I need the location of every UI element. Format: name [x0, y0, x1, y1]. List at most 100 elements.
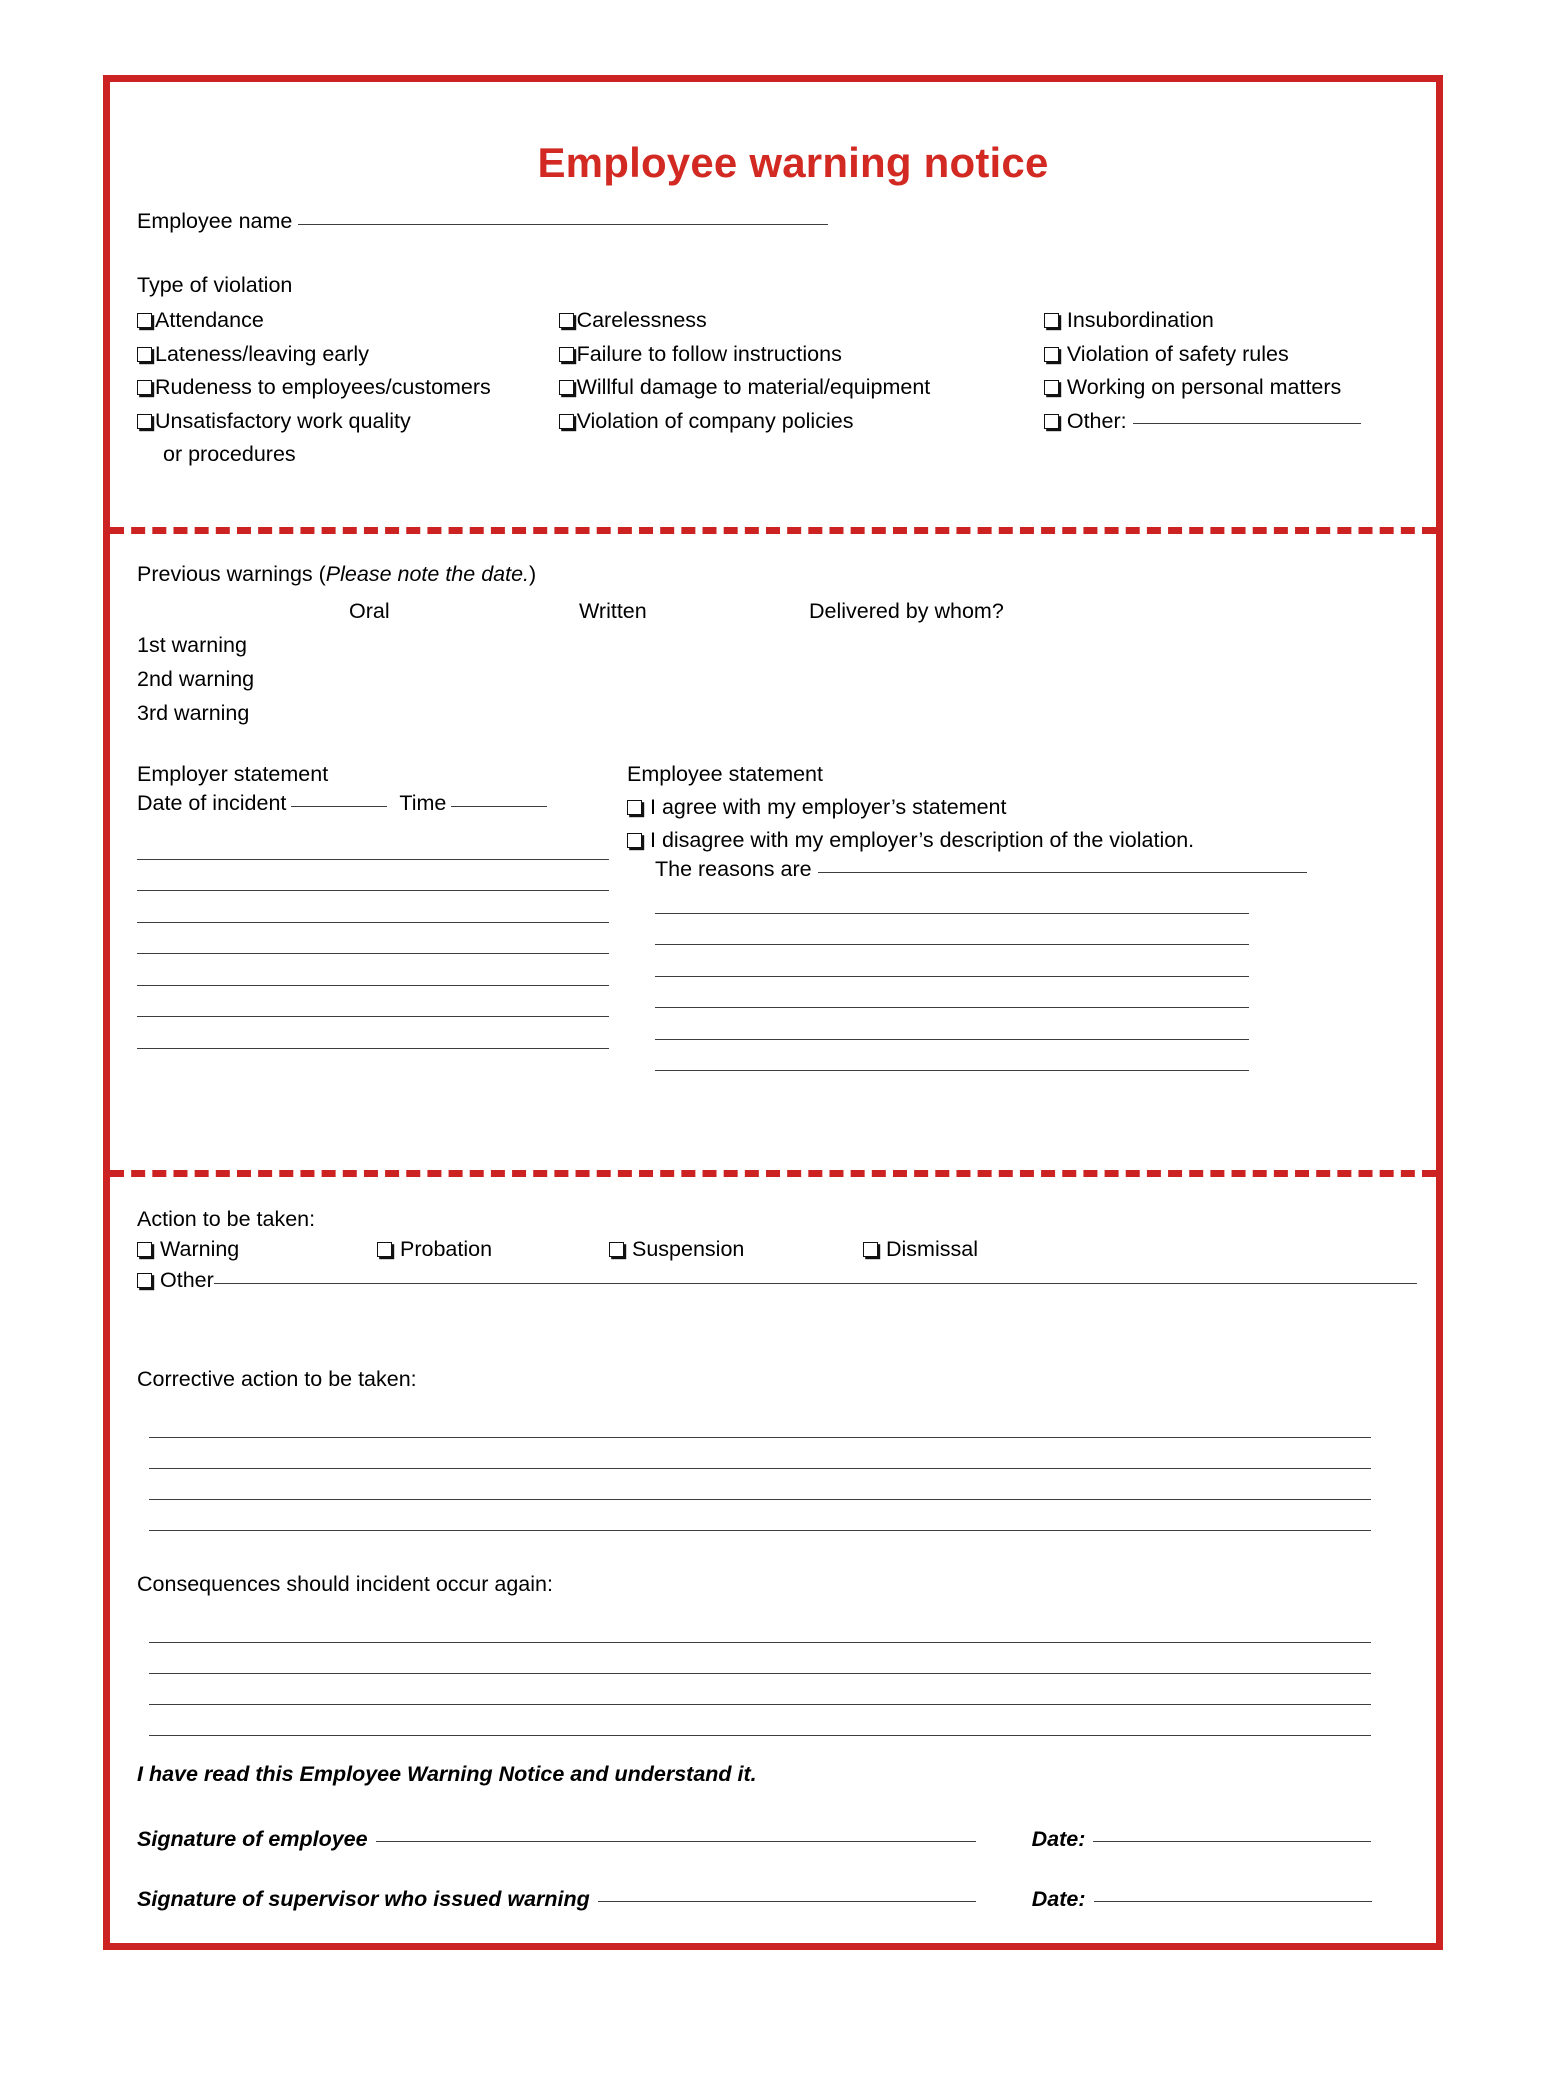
- violation-section: Type of violation Attendance Lateness/le…: [110, 273, 1436, 472]
- checkbox-icon[interactable]: [137, 413, 152, 429]
- employer-statement-line[interactable]: [137, 860, 609, 891]
- consequences-line[interactable]: [149, 1705, 1371, 1736]
- employer-statement-line[interactable]: [137, 923, 609, 954]
- violation-option-label: Violation of company policies: [576, 408, 854, 433]
- action-section: Action to be taken: Warning Probation Su…: [137, 1207, 1417, 1293]
- previous-warnings-title-end: ): [529, 562, 537, 586]
- violation-option-label: Working on personal matters: [1066, 375, 1342, 399]
- checkbox-icon[interactable]: [137, 1273, 152, 1288]
- violation-other-input[interactable]: [1132, 422, 1361, 424]
- incident-date-time-row: Date of incident Time: [137, 791, 627, 816]
- employee-statement-line[interactable]: [655, 945, 1249, 977]
- checkbox-icon[interactable]: [1043, 380, 1059, 395]
- checkbox-icon[interactable]: [558, 380, 574, 395]
- checkbox-icon[interactable]: [137, 313, 152, 328]
- violation-option-rudeness[interactable]: Rudeness to employees/customers: [137, 371, 559, 405]
- violation-option-willful-damage[interactable]: Willful damage to material/equipment: [558, 371, 1044, 405]
- action-option-probation[interactable]: Probation: [377, 1237, 609, 1262]
- corrective-action-line[interactable]: [149, 1438, 1371, 1469]
- employer-statement-block: Employer statement Date of incident Time: [137, 762, 627, 1071]
- checkbox-icon[interactable]: [137, 1242, 152, 1257]
- violation-option-other[interactable]: Other:: [1043, 405, 1436, 439]
- checkbox-icon[interactable]: [863, 1242, 878, 1257]
- violation-option-unsatisfactory-work[interactable]: Unsatisfactory work quality: [137, 405, 559, 439]
- section-divider-top: [110, 527, 1436, 534]
- reasons-row: The reasons are: [627, 857, 1307, 882]
- checkbox-icon[interactable]: [1043, 346, 1059, 362]
- supervisor-signature-input[interactable]: [597, 1901, 976, 1902]
- checkbox-icon[interactable]: [558, 346, 574, 362]
- employer-statement-line[interactable]: [137, 986, 609, 1017]
- employee-statement-line[interactable]: [655, 914, 1249, 945]
- consequences-line[interactable]: [149, 1612, 1371, 1643]
- date-of-incident-label: Date of incident: [137, 791, 287, 815]
- employee-name-rule[interactable]: [298, 224, 829, 225]
- corrective-action-line[interactable]: [149, 1469, 1371, 1500]
- checkbox-icon[interactable]: [558, 313, 574, 328]
- date-of-incident-input[interactable]: [291, 806, 388, 807]
- employee-statement-agree-option[interactable]: I agree with my employer’s statement: [627, 791, 1307, 824]
- employer-statement-line[interactable]: [137, 1017, 609, 1049]
- action-option-other[interactable]: Other: [137, 1268, 1417, 1293]
- reasons-label: The reasons are: [655, 857, 812, 881]
- supervisor-date-input[interactable]: [1093, 1901, 1372, 1902]
- time-input[interactable]: [451, 806, 548, 807]
- checkbox-icon[interactable]: [1043, 313, 1059, 328]
- violation-column-2: Carelessness Failure to follow instructi…: [558, 304, 1044, 472]
- employee-signature-row: Signature of employee Date:: [137, 1827, 1393, 1852]
- checkbox-icon[interactable]: [377, 1242, 392, 1257]
- employee-statement-block: Employee statement I agree with my emplo…: [627, 762, 1307, 1071]
- violation-columns: Attendance Lateness/leaving early Rudene…: [137, 304, 1436, 472]
- action-other-input[interactable]: [213, 1283, 1417, 1284]
- violation-option-safety-rules[interactable]: Violation of safety rules: [1043, 338, 1436, 372]
- violation-option-insubordination[interactable]: Insubordination: [1043, 304, 1436, 338]
- table-row: 2nd warning: [137, 667, 1387, 692]
- employee-date-input[interactable]: [1093, 1841, 1372, 1842]
- violation-option-lateness[interactable]: Lateness/leaving early: [137, 338, 559, 372]
- checkbox-icon[interactable]: [609, 1242, 624, 1257]
- employee-signature-input[interactable]: [375, 1841, 976, 1842]
- agree-option-label: I agree with my employer’s statement: [650, 795, 1007, 819]
- violation-option-company-policies[interactable]: Violation of company policies: [558, 405, 1044, 439]
- statements-section: Employer statement Date of incident Time…: [137, 762, 1417, 1071]
- action-option-dismissal[interactable]: Dismissal: [863, 1237, 1063, 1262]
- corrective-action-line[interactable]: [149, 1407, 1371, 1438]
- employee-statement-disagree-option[interactable]: I disagree with my employer’s descriptio…: [627, 824, 1307, 857]
- checkbox-icon[interactable]: [137, 380, 152, 395]
- employer-statement-line[interactable]: [137, 828, 609, 860]
- consequences-line[interactable]: [149, 1643, 1371, 1674]
- checkbox-icon[interactable]: [137, 346, 152, 362]
- employer-statement-line[interactable]: [137, 891, 609, 923]
- checkbox-icon[interactable]: [558, 413, 574, 429]
- employee-statement-line[interactable]: [655, 977, 1249, 1008]
- violation-option-label: or procedures: [163, 442, 296, 466]
- employee-statement-line[interactable]: [655, 882, 1249, 914]
- employee-name-field[interactable]: Employee name: [110, 209, 1436, 234]
- action-option-suspension[interactable]: Suspension: [609, 1237, 863, 1262]
- employee-statement-line[interactable]: [655, 1008, 1249, 1040]
- employee-statement-line[interactable]: [655, 1040, 1249, 1071]
- reasons-input[interactable]: [817, 872, 1307, 873]
- corrective-action-line[interactable]: [149, 1500, 1371, 1531]
- consequences-line[interactable]: [149, 1674, 1371, 1705]
- violation-option-attendance[interactable]: Attendance: [137, 304, 559, 338]
- column-header-written: Written: [579, 599, 647, 623]
- action-option-warning[interactable]: Warning: [137, 1237, 377, 1262]
- checkbox-icon[interactable]: [1043, 413, 1059, 429]
- action-option-label: Probation: [400, 1237, 493, 1261]
- row-label-3rd-warning: 3rd warning: [137, 701, 250, 725]
- violation-option-continuation: or procedures: [137, 438, 559, 472]
- violation-option-failure-to-follow-instructions[interactable]: Failure to follow instructions: [558, 338, 1044, 372]
- corrective-action-lines: [137, 1407, 1417, 1531]
- column-header-delivered-by: Delivered by whom?: [809, 599, 1004, 623]
- employee-statement-title: Employee statement: [627, 762, 823, 786]
- action-option-label: Warning: [160, 1237, 240, 1261]
- previous-warnings-header-row: Oral Written Delivered by whom?: [137, 599, 1387, 624]
- action-option-label: Suspension: [632, 1237, 745, 1261]
- violation-option-carelessness[interactable]: Carelessness: [558, 304, 1044, 338]
- employer-statement-line[interactable]: [137, 954, 609, 986]
- checkbox-icon[interactable]: [627, 800, 642, 815]
- violation-option-personal-matters[interactable]: Working on personal matters: [1043, 371, 1436, 405]
- checkbox-icon[interactable]: [627, 833, 642, 848]
